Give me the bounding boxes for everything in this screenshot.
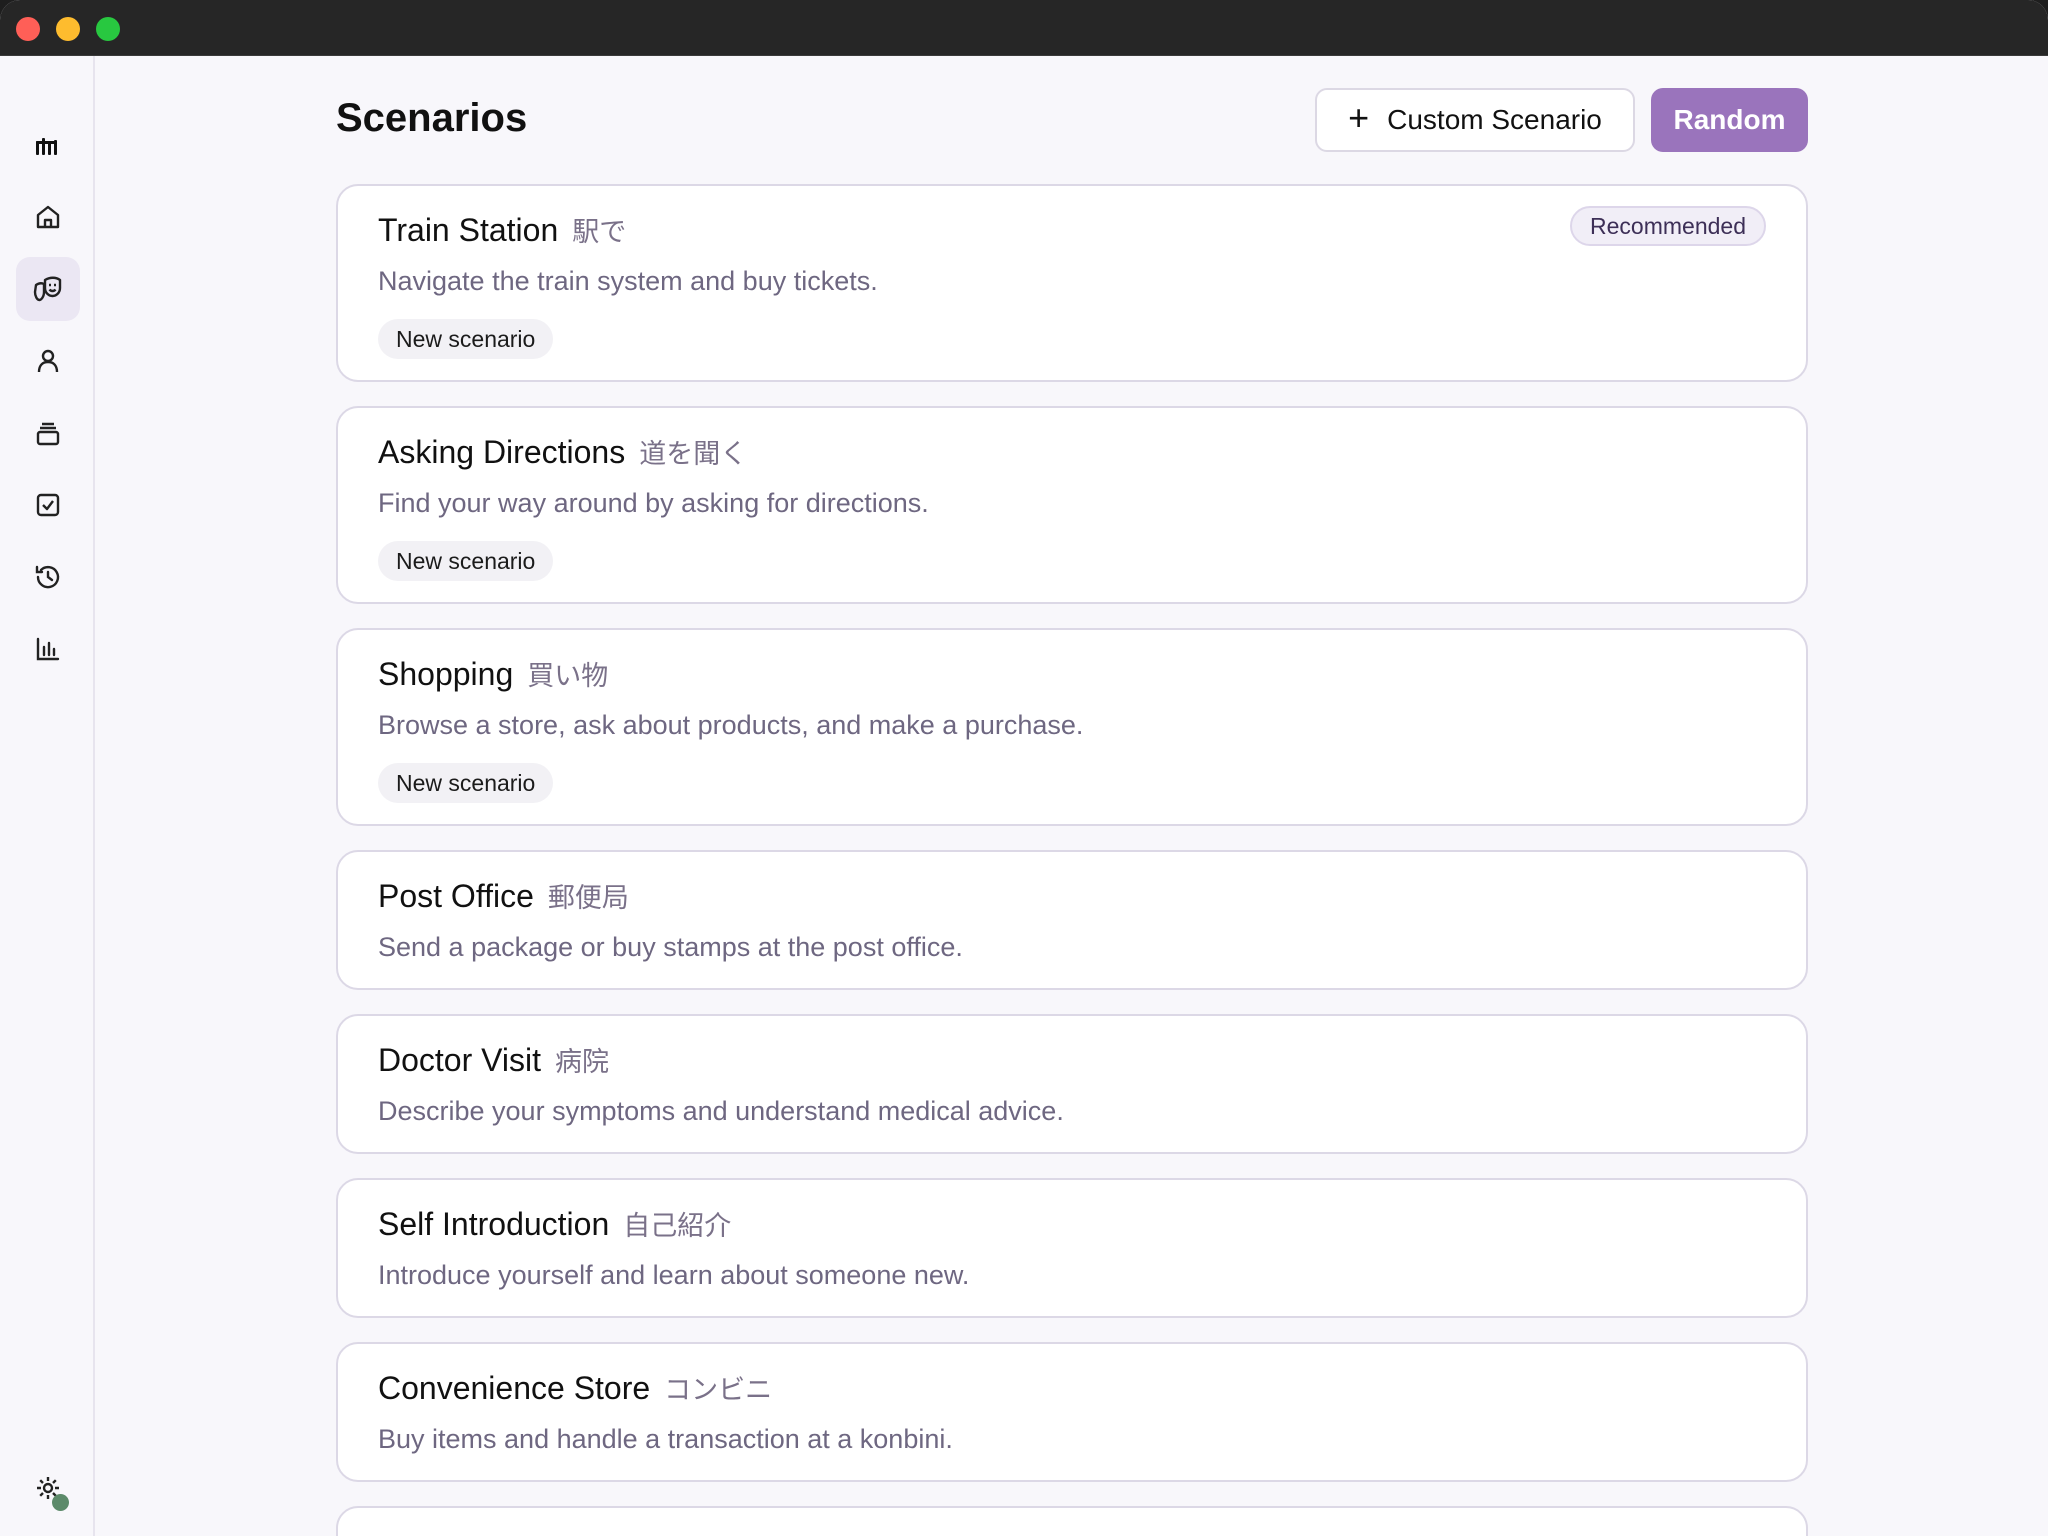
scenario-jp-title: 買い物 [527,661,609,692]
new-scenario-tag: New scenario [378,319,554,359]
minimize-window-button[interactable] [56,17,80,41]
checkbox-icon [36,493,60,517]
scenario-title: Shopping 買い物 [378,656,609,692]
stack-icon [36,422,60,446]
sidebar-item-logo[interactable] [16,115,80,179]
scenario-title: Doctor Visit 病院 [378,1042,610,1078]
scenario-description: Buy items and handle a transaction at a … [378,1424,953,1454]
home-icon [36,205,60,229]
scenario-jp-title: コンビニ [664,1375,773,1406]
status-dot [52,1494,69,1511]
scenario-jp-title: 駅で [572,217,627,248]
scenario-jp-title: 病院 [555,1047,610,1078]
scenario-title: Convenience Store コンビニ [378,1370,773,1406]
scenario-jp-title: 郵便局 [547,883,629,914]
scenario-jp-title: 自己紹介 [623,1211,732,1242]
sidebar-item-stats[interactable] [16,617,80,681]
new-scenario-tag: New scenario [378,541,554,581]
new-scenario-tag: New scenario [378,763,554,803]
scenario-title: Self Introduction 自己紹介 [378,1206,732,1242]
scenario-title: Asking Directions 道を聞く [378,434,748,470]
plus-icon: + [1348,97,1370,138]
custom-scenario-button[interactable]: + Custom Scenario [1315,88,1635,152]
scenario-description: Navigate the train system and buy ticket… [378,266,878,296]
page-title: Scenarios [336,96,528,140]
scenario-card[interactable]: Doctor Visit 病院 Describe your symptoms an… [336,1014,1808,1154]
sidebar-item-home[interactable] [16,185,80,249]
scenario-description: Send a package or buy stamps at the post… [378,932,963,962]
person-icon [37,349,59,373]
scenario-description: Find your way around by asking for direc… [378,488,929,518]
scenario-card[interactable]: Train Station 駅で Navigate the train syste… [336,184,1808,382]
sidebar [0,56,95,1536]
scenario-description: Browse a store, ask about products, and … [378,710,1084,740]
scenario-card[interactable]: Post Office 郵便局 Send a package or buy sta… [336,850,1808,990]
scenario-card-partial[interactable] [336,1506,1808,1536]
scenario-title: Post Office 郵便局 [378,878,629,914]
history-icon [35,565,60,589]
theater-masks-icon [33,276,62,302]
random-button[interactable]: Random [1651,88,1808,152]
scenario-card[interactable]: Convenience Store コンビニ Buy items and hand… [336,1342,1808,1482]
app-window: Scenarios + Custom Scenario Random Train… [0,0,2048,1536]
sidebar-item-tasks[interactable] [16,473,80,537]
custom-scenario-label: Custom Scenario [1387,104,1602,135]
scenario-title: Train Station 駅で [378,212,627,248]
scenario-jp-title: 道を聞く [639,439,748,470]
scenario-description: Introduce yourself and learn about someo… [378,1260,970,1290]
sidebar-item-scenarios[interactable] [16,257,80,321]
scenario-card[interactable]: Shopping 買い物 Browse a store, ask about pr… [336,628,1808,826]
sidebar-item-characters[interactable] [16,329,80,393]
logo-icon [36,138,57,155]
main-content: Scenarios + Custom Scenario Random Train… [96,56,2048,1536]
sidebar-item-settings[interactable] [16,1456,80,1520]
recommended-badge: Recommended [1570,206,1766,246]
scenario-card[interactable]: Self Introduction 自己紹介 Introduce yourself… [336,1178,1808,1318]
maximize-window-button[interactable] [96,17,120,41]
bar-chart-icon [36,637,60,661]
close-window-button[interactable] [16,17,40,41]
scenario-description: Describe your symptoms and understand me… [378,1096,1064,1126]
sidebar-item-decks[interactable] [16,401,80,465]
title-bar [0,0,2048,56]
sidebar-item-history[interactable] [16,545,80,609]
scenario-card[interactable]: Asking Directions 道を聞く Find your way arou… [336,406,1808,604]
